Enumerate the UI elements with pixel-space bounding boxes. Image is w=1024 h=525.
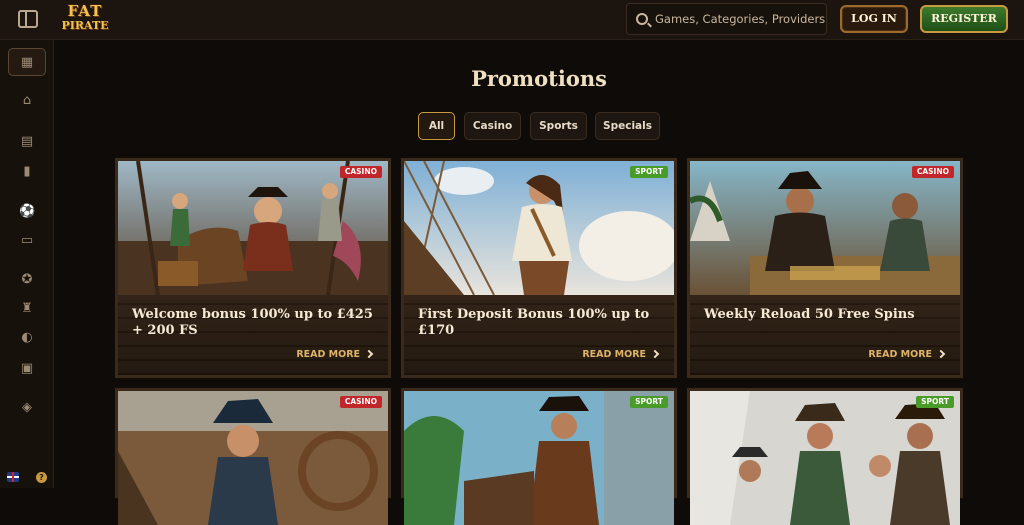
promo-image: SPORT — [404, 161, 674, 295]
category-badge: SPORT — [630, 396, 668, 408]
read-more-label: READ MORE — [296, 349, 360, 360]
trophy-icon[interactable]: ♜ — [19, 301, 35, 317]
promo-title: Weekly Reload 50 Free Spins — [704, 307, 915, 322]
top-bar: FAT PIRATE Games, Categories, Providers … — [0, 0, 1024, 40]
basket-icon[interactable]: ▣ — [19, 361, 35, 377]
football-icon[interactable]: ⚽ — [19, 204, 35, 220]
promo-image: CASINO — [690, 161, 960, 295]
promotions-icon: ▦ — [20, 55, 34, 70]
language-flag-icon[interactable] — [7, 472, 19, 482]
promo-card[interactable]: SPORT — [687, 388, 963, 525]
palette-icon[interactable]: ◐ — [19, 330, 35, 346]
read-more-label: READ MORE — [582, 349, 646, 360]
promo-image: CASINO — [118, 391, 388, 525]
read-more-link[interactable]: READ MORE — [582, 349, 660, 360]
chevron-right-icon — [936, 349, 946, 359]
chevron-right-icon — [364, 349, 374, 359]
search-input[interactable]: Games, Categories, Providers — [626, 3, 827, 35]
calendar-icon[interactable]: ▤ — [19, 134, 35, 150]
sidebar-toggle-icon[interactable] — [18, 10, 38, 28]
diamond-icon[interactable]: ◈ — [19, 400, 35, 416]
chevron-right-icon — [650, 349, 660, 359]
promo-image: CASINO — [118, 161, 388, 295]
promo-card-body: Weekly Reload 50 Free Spins READ MORE — [690, 295, 960, 375]
search-placeholder: Games, Categories, Providers — [655, 12, 826, 26]
read-more-link[interactable]: READ MORE — [868, 349, 946, 360]
logo-line1: FAT — [67, 2, 103, 20]
live-icon[interactable]: ▭ — [19, 233, 35, 249]
cards-icon[interactable]: ▮ — [19, 164, 35, 180]
home-icon[interactable]: ⌂ — [19, 93, 35, 109]
category-badge: SPORT — [630, 166, 668, 178]
promo-title: Welcome bonus 100% up to £425 + 200 FS — [132, 307, 373, 338]
filter-all[interactable]: All — [418, 112, 455, 140]
category-badge: CASINO — [911, 166, 954, 178]
promo-card[interactable]: SPORT First Deposit Bonus 100% up to £17… — [401, 158, 677, 378]
promo-card[interactable]: SPORT — [401, 388, 677, 525]
promo-card-body: First Deposit Bonus 100% up to £170 READ… — [404, 295, 674, 375]
page-title: Promotions — [471, 66, 607, 91]
register-button[interactable]: REGISTER — [920, 5, 1008, 33]
read-more-label: READ MORE — [868, 349, 932, 360]
logo-line2: PIRATE — [61, 19, 109, 32]
filter-specials[interactable]: Specials — [595, 112, 660, 140]
category-badge: SPORT — [916, 396, 954, 408]
badge-icon[interactable]: ✪ — [19, 272, 35, 288]
category-badge: CASINO — [339, 396, 382, 408]
filter-casino[interactable]: Casino — [464, 112, 521, 140]
login-button[interactable]: LOG IN — [840, 5, 908, 33]
promo-card-body: Welcome bonus 100% up to £425 + 200 FS R… — [118, 295, 388, 375]
help-icon[interactable]: ? — [36, 472, 47, 483]
category-badge: CASINO — [339, 166, 382, 178]
promo-card[interactable]: CASINO Weekly Reload 50 Free Spins READ … — [687, 158, 963, 378]
search-icon — [636, 13, 648, 25]
read-more-link[interactable]: READ MORE — [296, 349, 374, 360]
promo-card[interactable]: CASINO — [115, 388, 391, 525]
promo-image: SPORT — [690, 391, 960, 525]
promo-image: SPORT — [404, 391, 674, 525]
filter-sports[interactable]: Sports — [530, 112, 587, 140]
promo-card[interactable]: CASINO Welcome bonus 100% up to £425 + 2… — [115, 158, 391, 378]
promo-title: First Deposit Bonus 100% up to £170 — [418, 307, 650, 338]
logo[interactable]: FAT PIRATE — [58, 3, 112, 35]
